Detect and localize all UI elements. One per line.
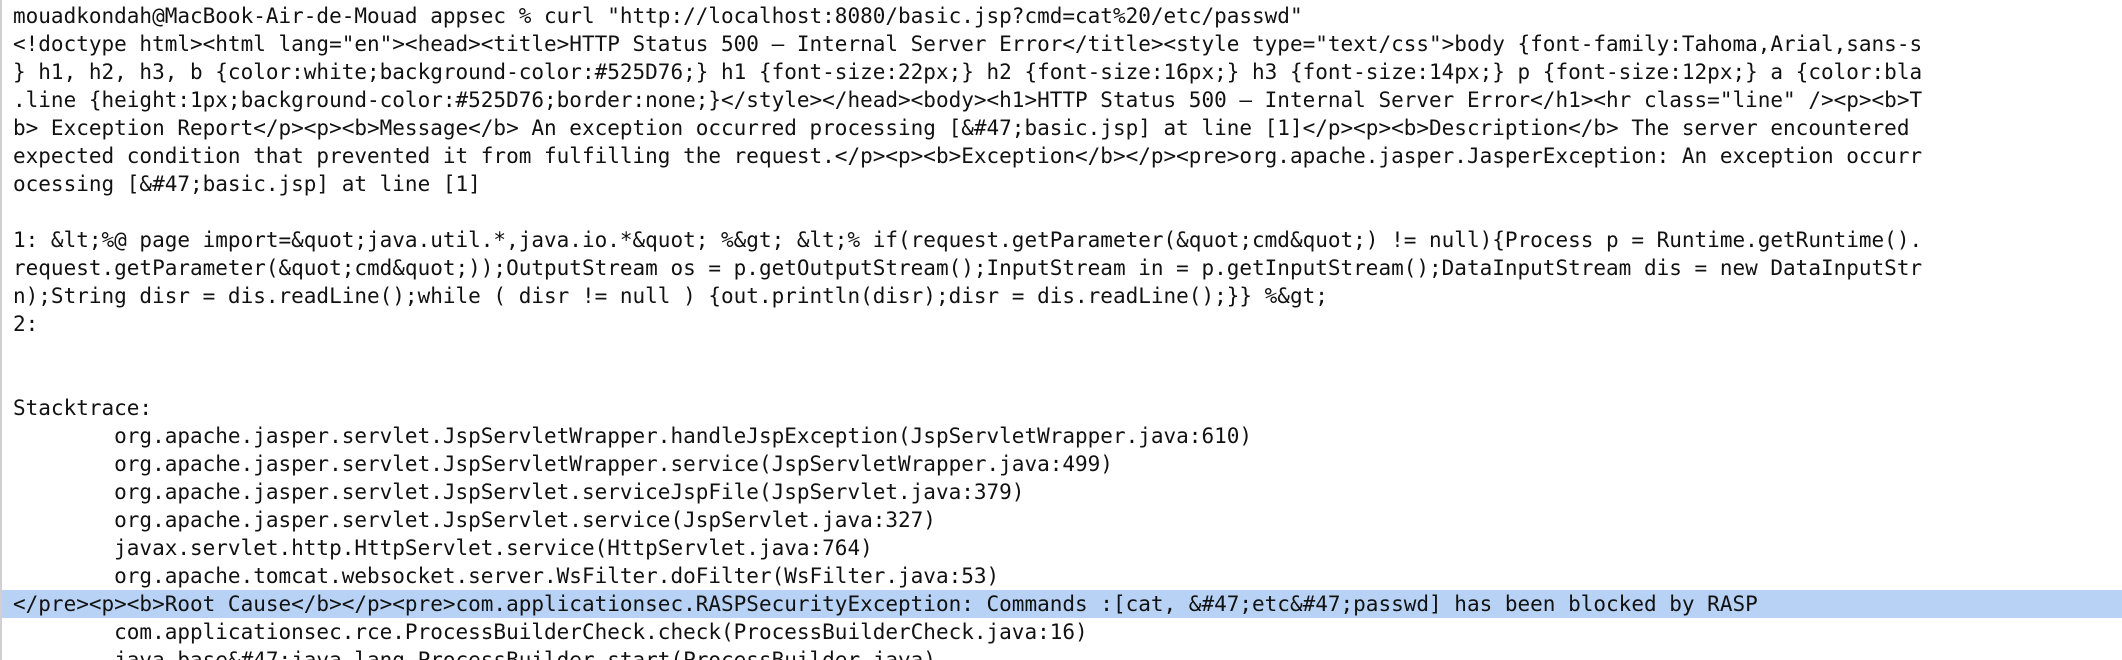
terminal-line: <!doctype html><html lang="en"><head><ti… — [13, 32, 1923, 56]
terminal-line: org.apache.jasper.servlet.JspServletWrap… — [13, 452, 1113, 476]
terminal-line: Stacktrace: — [13, 396, 153, 420]
terminal-line: } h1, h2, h3, b {color:white;background-… — [13, 60, 1923, 84]
terminal-line: org.apache.jasper.servlet.JspServlet.ser… — [13, 508, 936, 532]
terminal-line: expected condition that prevented it fro… — [13, 144, 1923, 168]
terminal-line: mouadkondah@MacBook-Air-de-Mouad appsec … — [13, 4, 1303, 28]
terminal-line: .line {height:1px;background-color:#525D… — [13, 88, 1923, 112]
terminal-window[interactable]: mouadkondah@MacBook-Air-de-Mouad appsec … — [0, 0, 2122, 660]
terminal-line: ocessing [&#47;basic.jsp] at line [1] — [13, 172, 481, 196]
terminal-line: n);String disr = dis.readLine();while ( … — [13, 284, 1328, 308]
terminal-line: org.apache.jasper.servlet.JspServlet.ser… — [13, 480, 1025, 504]
terminal-line: javax.servlet.http.HttpServlet.service(H… — [13, 536, 873, 560]
terminal-line: 1: &lt;%@ page import=&quot;java.util.*,… — [13, 228, 1923, 252]
terminal-line: b> Exception Report</p><p><b>Message</b>… — [13, 116, 1910, 140]
terminal-line: request.getParameter(&quot;cmd&quot;));O… — [13, 256, 1923, 280]
terminal-line: org.apache.tomcat.websocket.server.WsFil… — [13, 564, 1000, 588]
terminal-line: com.applicationsec.rce.ProcessBuilderChe… — [13, 620, 1088, 644]
terminal-line-selected: </pre><p><b>Root Cause</b></p><pre>com.a… — [2, 590, 2122, 618]
terminal-output[interactable]: mouadkondah@MacBook-Air-de-Mouad appsec … — [2, 2, 2122, 660]
terminal-line: 2: — [13, 312, 39, 336]
terminal-line: org.apache.jasper.servlet.JspServletWrap… — [13, 424, 1253, 448]
terminal-line: java.base&#47;java.lang.ProcessBuilder.s… — [13, 648, 936, 660]
